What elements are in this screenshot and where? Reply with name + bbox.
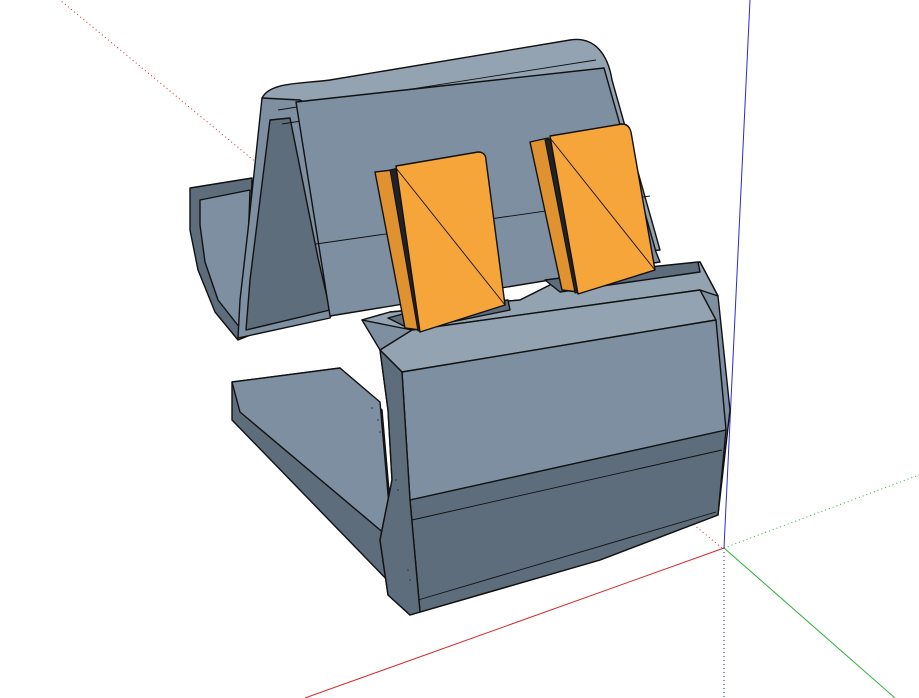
green-axis-dotted	[723, 474, 919, 549]
hidden-vertex	[377, 419, 379, 421]
hidden-vertex	[371, 407, 373, 409]
green-axis	[723, 547, 896, 698]
hidden-vertex	[409, 579, 411, 581]
hidden-vertex	[397, 489, 399, 491]
3d-viewport[interactable]	[0, 0, 919, 698]
phone-stand-model[interactable]	[189, 38, 731, 616]
hidden-vertex	[379, 431, 381, 433]
hidden-vertex	[395, 479, 397, 481]
modeling-canvas[interactable]	[0, 0, 919, 698]
base-plate-top[interactable]	[231, 367, 393, 541]
hidden-vertex	[407, 569, 409, 571]
blue-axis	[723, 0, 751, 549]
